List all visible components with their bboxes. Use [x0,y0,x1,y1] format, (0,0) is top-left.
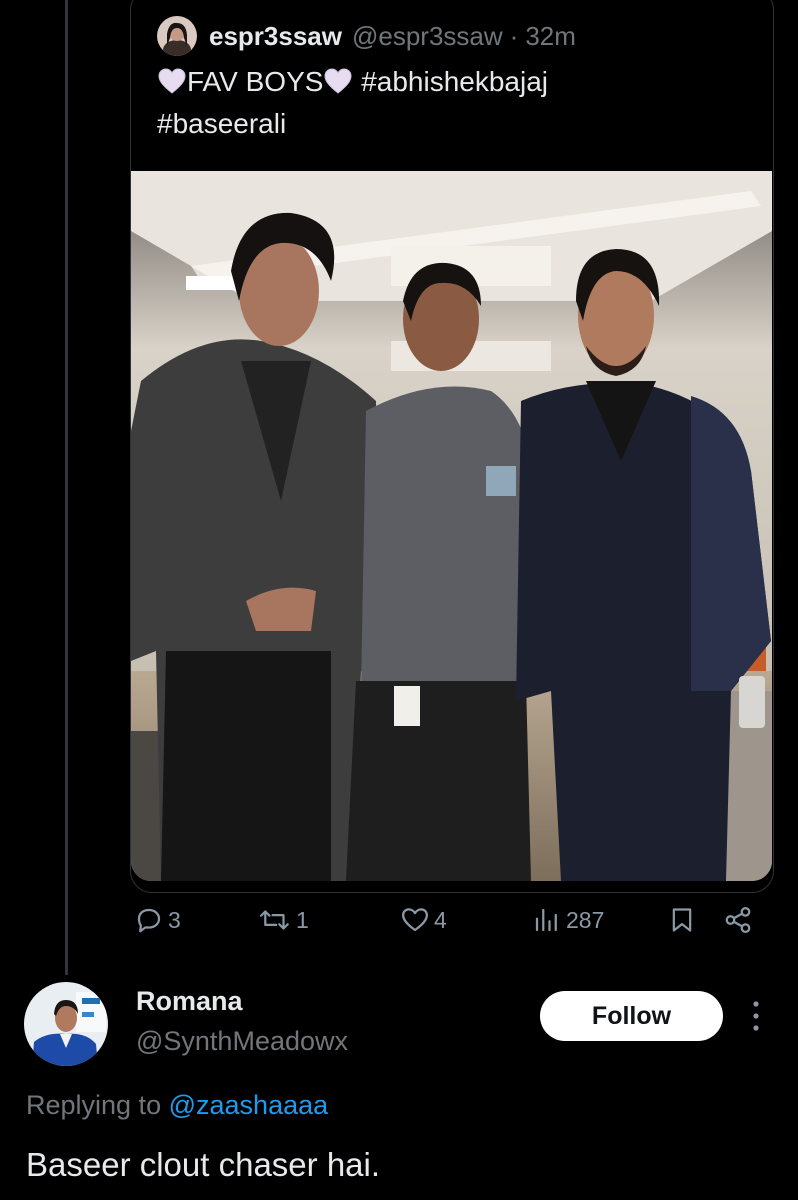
more-options-icon[interactable] [745,998,767,1034]
thread-line [65,0,68,975]
views-action[interactable]: 287 [532,897,604,943]
replying-to-line: Replying to @zaashaaaa [26,1090,328,1121]
views-count: 287 [566,906,605,933]
heart-icon [402,908,428,932]
bookmark-icon [672,908,692,932]
quoted-avatar[interactable] [157,16,197,56]
replying-to-label: Replying to [26,1090,162,1120]
reply-tweet-text: Baseer clout chaser hai. [26,1146,381,1183]
tweet-photo[interactable] [131,171,772,881]
quoted-handle[interactable]: @espr3ssaw [352,21,503,52]
tweet-actions-bar: 3 1 4 287 [130,897,770,943]
retweet-count: 1 [296,906,309,933]
like-action[interactable]: 4 [400,897,447,943]
white-heart-icon [324,68,352,94]
quoted-tweet-text: FAV BOYS #abhishekbajaj #baseerali [157,61,717,145]
reply-handle[interactable]: @SynthMeadowx [136,1026,348,1057]
reply-display-name[interactable]: Romana [136,986,243,1017]
quoted-tweet-card[interactable]: espr3ssaw @espr3ssaw · 32m FAV BOYS #abh… [130,0,774,893]
retweet-action[interactable]: 1 [258,897,309,943]
replying-to-mention[interactable]: @zaashaaaa [169,1090,329,1120]
follow-button[interactable]: Follow [540,991,723,1041]
hashtag-abhishekbajaj[interactable]: #abhishekbajaj [361,66,548,97]
white-heart-icon [158,68,186,94]
quoted-tweet-header: espr3ssaw @espr3ssaw · 32m [157,15,576,57]
share-icon [725,907,751,933]
retweet-icon [259,910,289,930]
hashtag-baseerali[interactable]: #baseerali [157,108,286,139]
quoted-timestamp[interactable]: 32m [525,21,576,52]
fav-boys-text: FAV BOYS [187,66,324,97]
views-icon [535,908,557,932]
separator-dot: · [509,20,519,51]
reply-avatar[interactable] [24,982,108,1066]
reply-icon [137,908,161,933]
share-action[interactable] [722,897,758,943]
like-count: 4 [434,906,447,933]
bookmark-action[interactable] [668,897,700,943]
reply-count: 3 [168,906,181,933]
quoted-display-name[interactable]: espr3ssaw [209,21,342,52]
reply-action[interactable]: 3 [134,897,181,943]
